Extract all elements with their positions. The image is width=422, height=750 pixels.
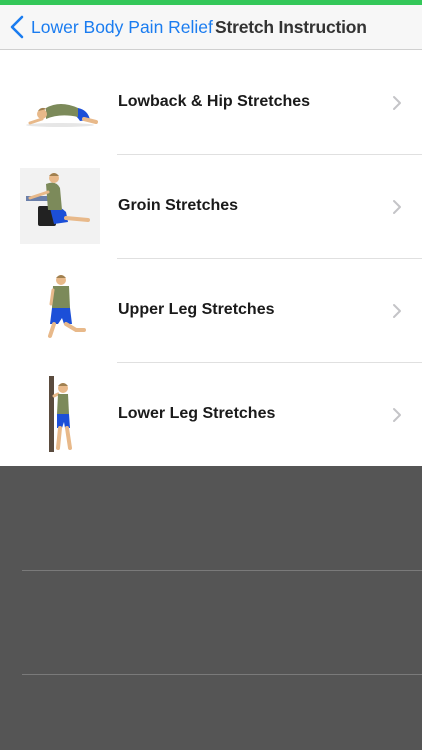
chevron-left-icon — [10, 15, 28, 39]
list-item-lower-leg[interactable]: Lower Leg Stretches — [0, 362, 422, 466]
chevron-right-icon — [392, 303, 402, 319]
list-item-label: Lower Leg Stretches — [118, 405, 276, 422]
lowback-hip-stretch-figure-icon — [20, 64, 100, 140]
empty-row-separator — [22, 674, 422, 675]
chevron-right-icon — [392, 95, 402, 111]
chevron-right-icon — [392, 199, 402, 215]
list-item-upper-leg[interactable]: Upper Leg Stretches — [0, 258, 422, 362]
stretch-category-list: Lowback & Hip Stretches Groin Stretches — [0, 50, 422, 466]
list-item-label: Lowback & Hip Stretches — [118, 93, 311, 110]
page-title: Stretch Instruction — [215, 17, 367, 37]
list-item-label: Upper Leg Stretches — [118, 301, 275, 318]
navigation-bar: Lower Body Pain Relief Stretch Instructi… — [0, 5, 422, 50]
list-item-groin[interactable]: Groin Stretches — [0, 154, 422, 258]
lower-leg-stretch-figure-icon — [20, 376, 100, 452]
back-button[interactable]: Lower Body Pain Relief — [10, 5, 213, 49]
chevron-right-icon — [392, 407, 402, 423]
empty-row-separator — [22, 570, 422, 571]
list-item-label: Groin Stretches — [118, 197, 239, 214]
back-button-label: Lower Body Pain Relief — [31, 16, 213, 37]
groin-stretch-figure-icon — [20, 168, 100, 244]
list-item-lowback-hip[interactable]: Lowback & Hip Stretches — [0, 50, 422, 154]
upper-leg-stretch-figure-icon — [20, 272, 100, 348]
